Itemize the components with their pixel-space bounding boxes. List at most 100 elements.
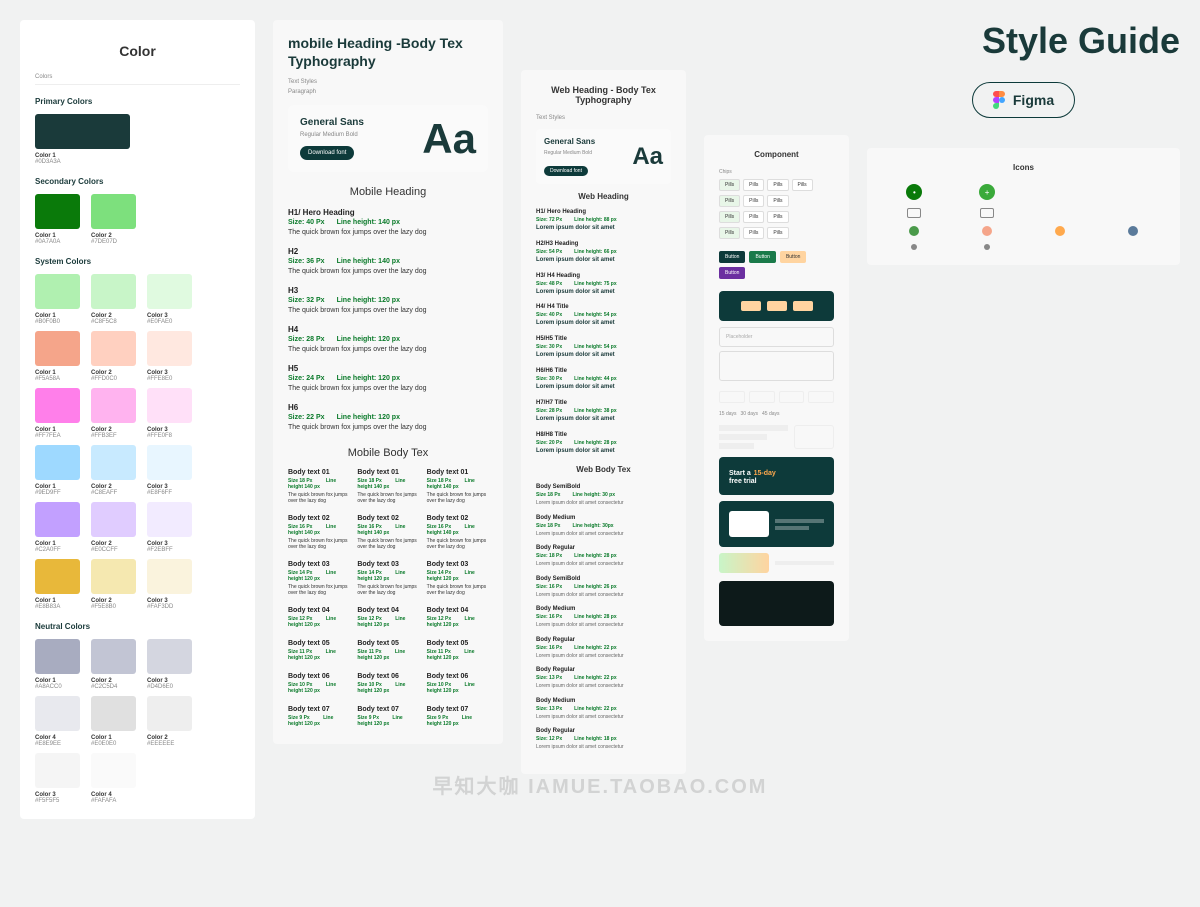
text-styles-label: Text Styles (288, 79, 488, 85)
secondary-label: Secondary Colors (35, 177, 240, 186)
heading-spec: H4Size: 28 PxLine height: 120 pxThe quic… (288, 325, 488, 354)
heading-spec: H6Size: 22 PxLine height: 120 pxThe quic… (288, 403, 488, 432)
color-swatch[interactable]: Color 3#E8F6FF (147, 445, 197, 496)
body-text-spec: Body text 03Size 14 Px Line height 120 p… (288, 561, 349, 597)
pill-chip[interactable]: Pills (743, 227, 764, 239)
body-text-spec: Body text 05Size 11 Px Line height 120 p… (288, 640, 349, 663)
web-body-spec: Body RegularSize: 16 PxLine height: 22 p… (536, 637, 671, 660)
body-text-spec: Body text 03Size 14 Px Line height 120 p… (357, 561, 418, 597)
color-swatch[interactable]: Color 2#C8EAFF (91, 445, 141, 496)
dot-icon (1055, 226, 1065, 236)
body-text-spec: Body text 01Size 18 Px Line height 140 p… (288, 469, 349, 505)
icons-title: Icons (882, 163, 1165, 172)
color-swatch[interactable]: Color 2#EEEEEE (147, 696, 197, 747)
color-swatch[interactable]: Color 3#FFE8E0 (147, 331, 197, 382)
heading-spec: H5Size: 24 PxLine height: 120 pxThe quic… (288, 364, 488, 393)
web-body-spec: Body MediumSize 18 PxLine height: 30pxLo… (536, 515, 671, 538)
color-swatch[interactable]: Color 4#E8E9EE (35, 696, 85, 747)
color-swatch[interactable]: Color 4#FAFAFA (91, 753, 141, 804)
mobile-typo-title2: Typhography (288, 53, 488, 69)
media-card (719, 501, 834, 547)
pill-chip[interactable]: Pills (743, 211, 764, 223)
web-heading-spec: H8/H8 TitleSize: 20 PxLine height: 28 px… (536, 432, 671, 456)
figma-badge[interactable]: Figma (972, 82, 1075, 118)
color-swatch[interactable]: Color 3#E0FAE0 (147, 274, 197, 325)
color-swatch[interactable]: Color 1#0D3A3A (35, 114, 135, 165)
body-text-spec: Body text 02Size 16 Px Line height 140 p… (357, 515, 418, 551)
color-swatch[interactable]: Color 1#F5A58A (35, 331, 85, 382)
pill-chip[interactable]: Pills (719, 227, 740, 239)
web-body-spec: Body RegularSize: 18 PxLine height: 28 p… (536, 545, 671, 568)
component-button[interactable]: Button (749, 251, 775, 263)
color-swatch[interactable]: Color 1#C2A0FF (35, 502, 85, 553)
body-text-spec: Body text 04Size 12 Px Line height 120 p… (427, 607, 488, 630)
pill-chip[interactable]: Pills (719, 211, 740, 223)
color-swatch[interactable]: Color 2#C2C5D4 (91, 639, 141, 690)
dark-banner (719, 291, 834, 321)
pill-chip[interactable]: Pills (719, 195, 740, 207)
icons-panel: Icons • + (867, 148, 1180, 265)
color-swatch[interactable]: Color 1#B0F0B0 (35, 274, 85, 325)
body-text-spec: Body text 03Size 14 Px Line height 120 p… (427, 561, 488, 597)
web-download-font-button[interactable]: Download font (544, 166, 588, 176)
color-swatch[interactable]: Color 3#D4D6E0 (147, 639, 197, 690)
badge-icon-add: + (979, 184, 995, 200)
dot-icon (909, 226, 919, 236)
color-swatch[interactable]: Color 1#FF7FEA (35, 388, 85, 439)
color-swatch[interactable]: Color 1#9ED9FF (35, 445, 85, 496)
pill-chip[interactable]: Pills (767, 179, 788, 191)
pill-chip[interactable]: Pills (767, 227, 788, 239)
web-body-spec: Body MediumSize: 16 PxLine height: 28 px… (536, 606, 671, 629)
pill-chip[interactable]: Pills (743, 179, 764, 191)
web-body-spec: Body SemiBoldSize 18 PxLine height: 30 p… (536, 484, 671, 507)
color-swatch[interactable]: Color 2#F5E8B0 (91, 559, 141, 610)
color-swatch[interactable]: Color 3#F2EBFF (147, 502, 197, 553)
color-swatch[interactable]: Color 1#E0E0E0 (91, 696, 141, 747)
body-text-spec: Body text 07Size 9 Px Line height 120 px (357, 706, 418, 729)
web-heading-spec: H4/ H4 TitleSize: 40 PxLine height: 54 p… (536, 304, 671, 328)
web-heading-spec: H2/H3 HeadingSize: 54 PxLine height: 66 … (536, 241, 671, 265)
component-button[interactable]: Button (780, 251, 806, 263)
color-swatch[interactable]: Color 1#A8ACC0 (35, 639, 85, 690)
color-swatch[interactable]: Color 3#FFE0F8 (147, 388, 197, 439)
color-swatch[interactable]: Color 2#C8F5C8 (91, 274, 141, 325)
body-text-spec: Body text 04Size 12 Px Line height 120 p… (357, 607, 418, 630)
footer-preview (719, 581, 834, 626)
heading-spec: H2Size: 36 PxLine height: 140 pxThe quic… (288, 247, 488, 276)
component-button[interactable]: Button (719, 251, 745, 263)
body-text-spec: Body text 06Size 10 Px Line height 120 p… (357, 673, 418, 696)
web-heading-label: Web Heading (536, 192, 671, 201)
card-icon (980, 208, 994, 218)
color-panel: Color Colors Primary Colors Color 1#0D3A… (20, 20, 255, 819)
color-swatch[interactable]: Color 2#FFB3EF (91, 388, 141, 439)
color-swatch[interactable]: Color 2#E0CCFF (91, 502, 141, 553)
color-swatch[interactable]: Color 1#0A7A0A (35, 194, 85, 245)
pill-chip[interactable]: Pills (719, 179, 740, 191)
trial-card[interactable]: Start a 15-day free trial (719, 457, 834, 495)
color-swatch[interactable]: Color 2#FFD0C0 (91, 331, 141, 382)
body-text-spec: Body text 02Size 16 Px Line height 140 p… (427, 515, 488, 551)
web-body-spec: Body MediumSize: 13 PxLine height: 22 px… (536, 698, 671, 721)
dot-icon-small (911, 244, 917, 250)
page-title: Style Guide (867, 20, 1180, 62)
input-example-2[interactable] (719, 351, 834, 381)
color-swatch[interactable]: Color 3#FAF3DD (147, 559, 197, 610)
input-example-1[interactable]: Placeholder (719, 327, 834, 347)
color-swatch[interactable]: Color 1#E8B83A (35, 559, 85, 610)
pill-chip[interactable]: Pills (767, 195, 788, 207)
web-typo-panel: Web Heading - Body Tex Typhography Text … (521, 70, 686, 774)
pill-chip[interactable]: Pills (792, 179, 813, 191)
body-text-spec: Body text 01Size 18 Px Line height 140 p… (427, 469, 488, 505)
component-button[interactable]: Button (719, 267, 745, 279)
web-body-label: Web Body Tex (536, 465, 671, 474)
pill-chip[interactable]: Pills (743, 195, 764, 207)
color-swatch[interactable]: Color 2#7DE07D (91, 194, 141, 245)
color-swatch[interactable]: Color 3#F5F5F5 (35, 753, 85, 804)
heading-spec: H3Size: 32 PxLine height: 120 pxThe quic… (288, 286, 488, 315)
system-label: System Colors (35, 257, 240, 266)
body-text-spec: Body text 06Size 10 Px Line height 120 p… (288, 673, 349, 696)
pill-chip[interactable]: Pills (767, 211, 788, 223)
download-font-button[interactable]: Download font (300, 146, 354, 160)
component-panel: Component Chips PillsPillsPillsPillsPill… (704, 135, 849, 641)
font-sample-aa: Aa (422, 118, 476, 160)
